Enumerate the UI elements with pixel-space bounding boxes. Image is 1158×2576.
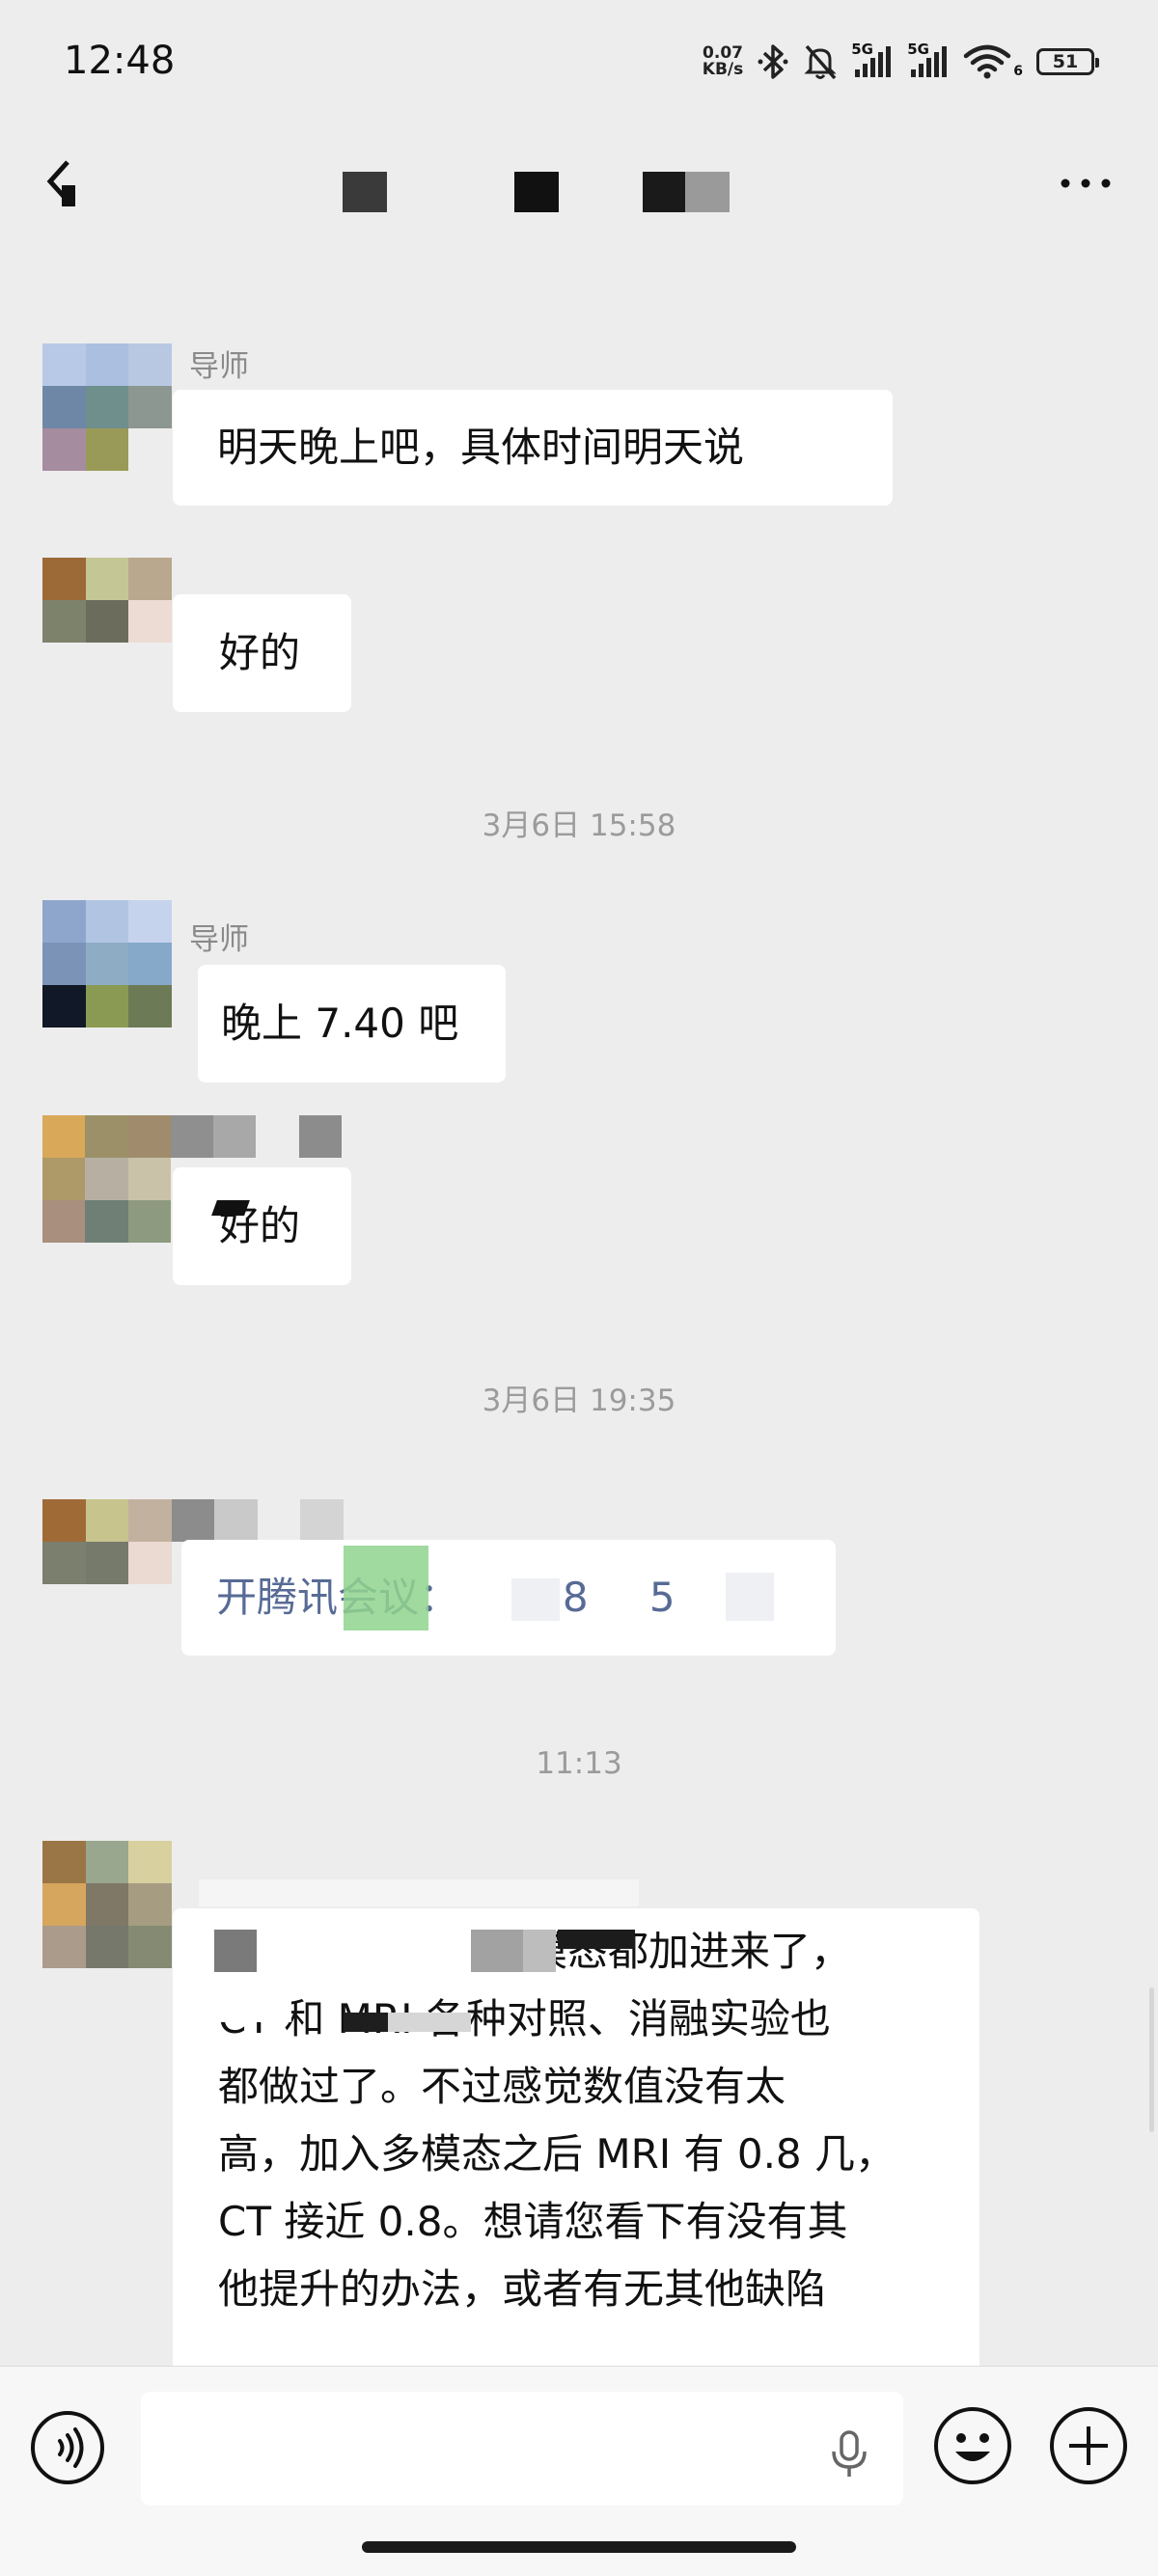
chat-title-redacted — [514, 172, 559, 212]
timestamp-separator: 3月6日 19:35 — [482, 1384, 676, 1418]
more-button[interactable] — [1052, 164, 1119, 203]
redaction-mark — [214, 1930, 257, 1972]
timestamp-separator: 11:13 — [536, 1746, 622, 1781]
cell-signal-1-label: 5G — [851, 41, 873, 58]
bluetooth-icon — [758, 44, 788, 79]
wifi-icon — [964, 44, 1011, 79]
message-bubble[interactable]: 好的 — [173, 594, 351, 712]
redaction-mark — [558, 1930, 635, 1949]
redaction-mark — [511, 1578, 560, 1621]
status-bar: 12:48 0.07 KB/s 5G 5G 6 51 — [0, 0, 1158, 125]
chevron-left-icon — [46, 160, 75, 206]
plus-circle-icon — [1050, 2407, 1127, 2484]
avatar[interactable] — [42, 558, 172, 643]
status-icons: 0.07 KB/s 5G 5G 6 51 — [703, 41, 1099, 81]
emoji-button[interactable] — [932, 2405, 1013, 2486]
redaction-mark — [726, 1573, 774, 1621]
message-text: 好的 — [219, 629, 301, 676]
home-indicator[interactable] — [362, 2541, 796, 2553]
redaction-mark — [523, 1930, 556, 1972]
sender-name: 导师 — [189, 922, 249, 957]
message-bubble[interactable]: 晚上 7.40 吧 — [198, 965, 506, 1082]
battery-level: 51 — [1052, 51, 1079, 72]
meeting-id-suffix[interactable]: 5 — [649, 1574, 676, 1621]
message-bubble[interactable]: 明天晚上吧，具体时间明天说 — [173, 390, 893, 506]
cell-signal-2-label: 5G — [907, 41, 929, 58]
message-text: 晚上 7.40 吧 — [221, 1000, 459, 1047]
long-message-text: 模态都加进来了， CT 和 MRI 各种对照、消融实验也 都做过了。不过感觉数值… — [218, 1918, 971, 2323]
message-bubble[interactable]: 模态都加进来了， CT 和 MRI 各种对照、消融实验也 都做过了。不过感觉数值… — [173, 1908, 979, 2366]
wifi-label: 6 — [1013, 64, 1023, 79]
plus-button[interactable] — [1048, 2405, 1129, 2486]
nav-bar — [0, 135, 1158, 232]
redaction-mark — [211, 1200, 250, 1216]
microphone-button[interactable] — [822, 2426, 876, 2480]
message-line: CT 和 MRI 各种对照、消融实验也 — [218, 1995, 831, 2042]
message-input[interactable] — [141, 2392, 903, 2506]
cell-signal-2: 5G — [907, 41, 950, 77]
message-line: 高，加入多模态之后 MRI 有 0.8 几， — [218, 2130, 896, 2178]
message-line: CT 接近 0.8。想请您看下有没有其 — [218, 2198, 848, 2245]
message-line: 都做过了。不过感觉数值没有太 — [218, 2063, 786, 2110]
redaction-mark — [471, 1930, 523, 1972]
back-button[interactable] — [39, 152, 96, 214]
battery-icon: 51 — [1036, 48, 1099, 75]
timestamp-separator: 3月6日 15:58 — [482, 808, 676, 843]
avatar[interactable] — [42, 1841, 172, 1968]
emoji-icon — [934, 2407, 1011, 2484]
wifi-status: 6 — [963, 44, 1023, 79]
sender-name: 导师 — [189, 349, 249, 384]
network-speed-unit: KB/s — [702, 60, 744, 79]
message-text: 明天晚上吧，具体时间明天说 — [217, 424, 745, 471]
voice-mode-button[interactable] — [29, 2409, 106, 2486]
voice-mode-icon — [31, 2411, 104, 2484]
redaction-mark — [214, 1999, 291, 2022]
network-speed: 0.07 KB/s — [703, 45, 743, 78]
chat-title-redacted — [685, 172, 730, 212]
message-bubble[interactable]: 好的 — [173, 1167, 351, 1285]
status-time: 12:48 — [64, 39, 176, 83]
chat-title-redacted — [343, 172, 387, 212]
scrollbar[interactable] — [1149, 1987, 1154, 2132]
redaction-mark — [388, 2013, 471, 2032]
redaction-mark — [199, 1879, 639, 1906]
redaction-highlight — [344, 1546, 428, 1631]
message-line: 他提升的办法，或者有无其他缺陷 — [218, 2265, 827, 2313]
more-dots-icon — [1061, 178, 1111, 188]
chat-title-redacted — [643, 172, 685, 212]
avatar[interactable] — [42, 343, 172, 471]
silent-bell-icon — [804, 44, 837, 80]
microphone-icon — [832, 2430, 867, 2477]
redaction-mark — [344, 2013, 388, 2032]
message-line: 模态都加进来了， — [527, 1928, 852, 1975]
chat-screen: 12:48 0.07 KB/s 5G 5G 6 51 导师 明天晚上吧，具体时间… — [0, 0, 1158, 2576]
avatar[interactable] — [42, 900, 172, 1028]
cell-signal-1: 5G — [851, 41, 894, 77]
